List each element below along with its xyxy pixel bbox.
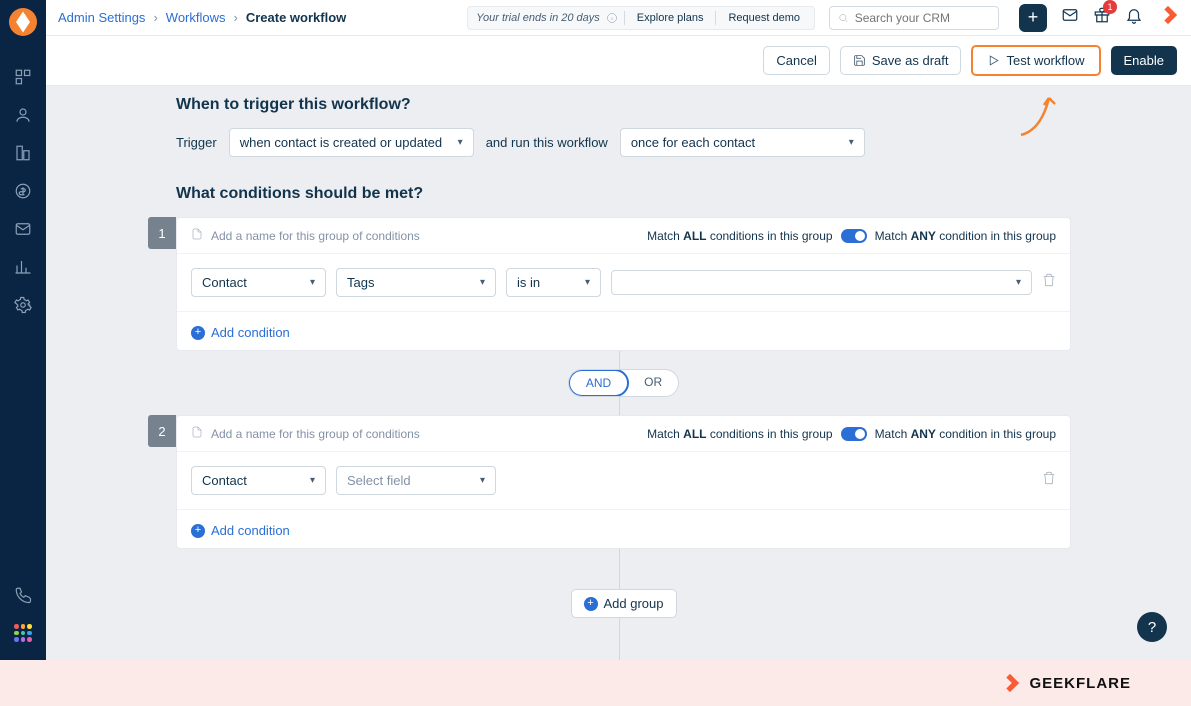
save-icon [853,54,866,67]
search-box[interactable] [829,6,999,30]
field-select[interactable]: Tags▾ [336,268,496,297]
enable-button[interactable]: Enable [1111,46,1177,75]
entity-select[interactable]: Contact▾ [191,466,326,495]
operator-select[interactable]: is in▾ [506,268,601,297]
test-workflow-button[interactable]: Test workflow [971,45,1100,76]
match-any-label: Match ANY condition in this group [875,229,1056,243]
group-number: 1 [148,217,176,249]
field-select[interactable]: Select field▾ [336,466,496,495]
action-bar: Cancel Save as draft Test workflow Enabl… [46,36,1191,86]
condition-group: 2 Add a name for this group of condition… [176,415,1071,549]
chevron-down-icon: ▾ [849,137,854,148]
group-connector: AND OR [176,369,1071,397]
app-logo[interactable] [9,8,37,36]
inbox-icon[interactable] [1061,6,1079,29]
connector-or[interactable]: OR [628,370,678,396]
trial-pill: Your trial ends in 20 days Explore plans… [467,6,815,30]
trigger-select[interactable]: when contact is created or updated▾ [229,128,474,157]
nav-phone[interactable] [0,576,46,614]
match-toggle[interactable] [841,427,867,441]
footer-brand: GEEKFLARE [999,672,1131,694]
search-icon [838,12,849,24]
match-any-label: Match ANY condition in this group [875,427,1056,441]
chevron-right-icon: › [153,10,157,25]
value-select[interactable]: ▾ [611,270,1032,295]
add-group-button[interactable]: +Add group [571,589,677,618]
bell-icon[interactable] [1125,6,1143,29]
footer-bar: GEEKFLARE [0,660,1191,706]
brand-icon[interactable] [1157,4,1179,31]
add-condition-link[interactable]: +Add condition [191,325,290,340]
nav-reports[interactable] [0,248,46,286]
match-all-label: Match ALL conditions in this group [647,229,832,243]
connector-and[interactable]: AND [568,369,629,397]
nav-email[interactable] [0,210,46,248]
match-toggle[interactable] [841,229,867,243]
delete-condition-icon[interactable] [1042,471,1056,490]
nav-contacts[interactable] [0,96,46,134]
chevron-down-icon: ▾ [458,137,463,148]
breadcrumb-current: Create workflow [246,10,346,25]
run-select[interactable]: once for each contact▾ [620,128,865,157]
help-button[interactable]: ? [1137,612,1167,642]
nav-deals[interactable] [0,172,46,210]
chevron-right-icon: › [234,10,238,25]
breadcrumb-admin[interactable]: Admin Settings [58,10,145,25]
match-all-label: Match ALL conditions in this group [647,427,832,441]
group-name-input[interactable]: Add a name for this group of conditions [211,427,639,441]
add-condition-link[interactable]: +Add condition [191,523,290,538]
group-name-input[interactable]: Add a name for this group of conditions [211,229,639,243]
run-label: and run this workflow [486,135,608,150]
gift-badge: 1 [1103,0,1117,14]
gift-icon[interactable]: 1 [1093,6,1111,29]
info-icon [606,12,618,24]
document-icon [191,228,203,243]
nav-dashboard[interactable] [0,58,46,96]
breadcrumb: Admin Settings › Workflows › Create work… [58,10,346,25]
entity-select[interactable]: Contact▾ [191,268,326,297]
search-input[interactable] [855,11,990,25]
document-icon [191,426,203,441]
nav-settings[interactable] [0,286,46,324]
main-content: When to trigger this workflow? Trigger w… [46,86,1191,660]
delete-condition-icon[interactable] [1042,273,1056,292]
explore-plans-button[interactable]: Explore plans [631,10,710,26]
nav-accounts[interactable] [0,134,46,172]
save-draft-button[interactable]: Save as draft [840,46,962,75]
group-number: 2 [148,415,176,447]
nav-apps[interactable] [0,614,46,652]
condition-group: 1 Add a name for this group of condition… [176,217,1071,351]
trigger-label: Trigger [176,135,217,150]
play-icon [987,54,1000,67]
left-nav [0,0,46,660]
cancel-button[interactable]: Cancel [763,46,829,75]
top-header: Admin Settings › Workflows › Create work… [46,0,1191,36]
quick-add-button[interactable]: + [1019,4,1047,32]
trial-text: Your trial ends in 20 days [476,12,600,24]
breadcrumb-workflows[interactable]: Workflows [166,10,226,25]
trigger-heading: When to trigger this workflow? [176,96,1071,114]
request-demo-button[interactable]: Request demo [722,10,806,26]
conditions-heading: What conditions should be met? [176,185,1071,203]
